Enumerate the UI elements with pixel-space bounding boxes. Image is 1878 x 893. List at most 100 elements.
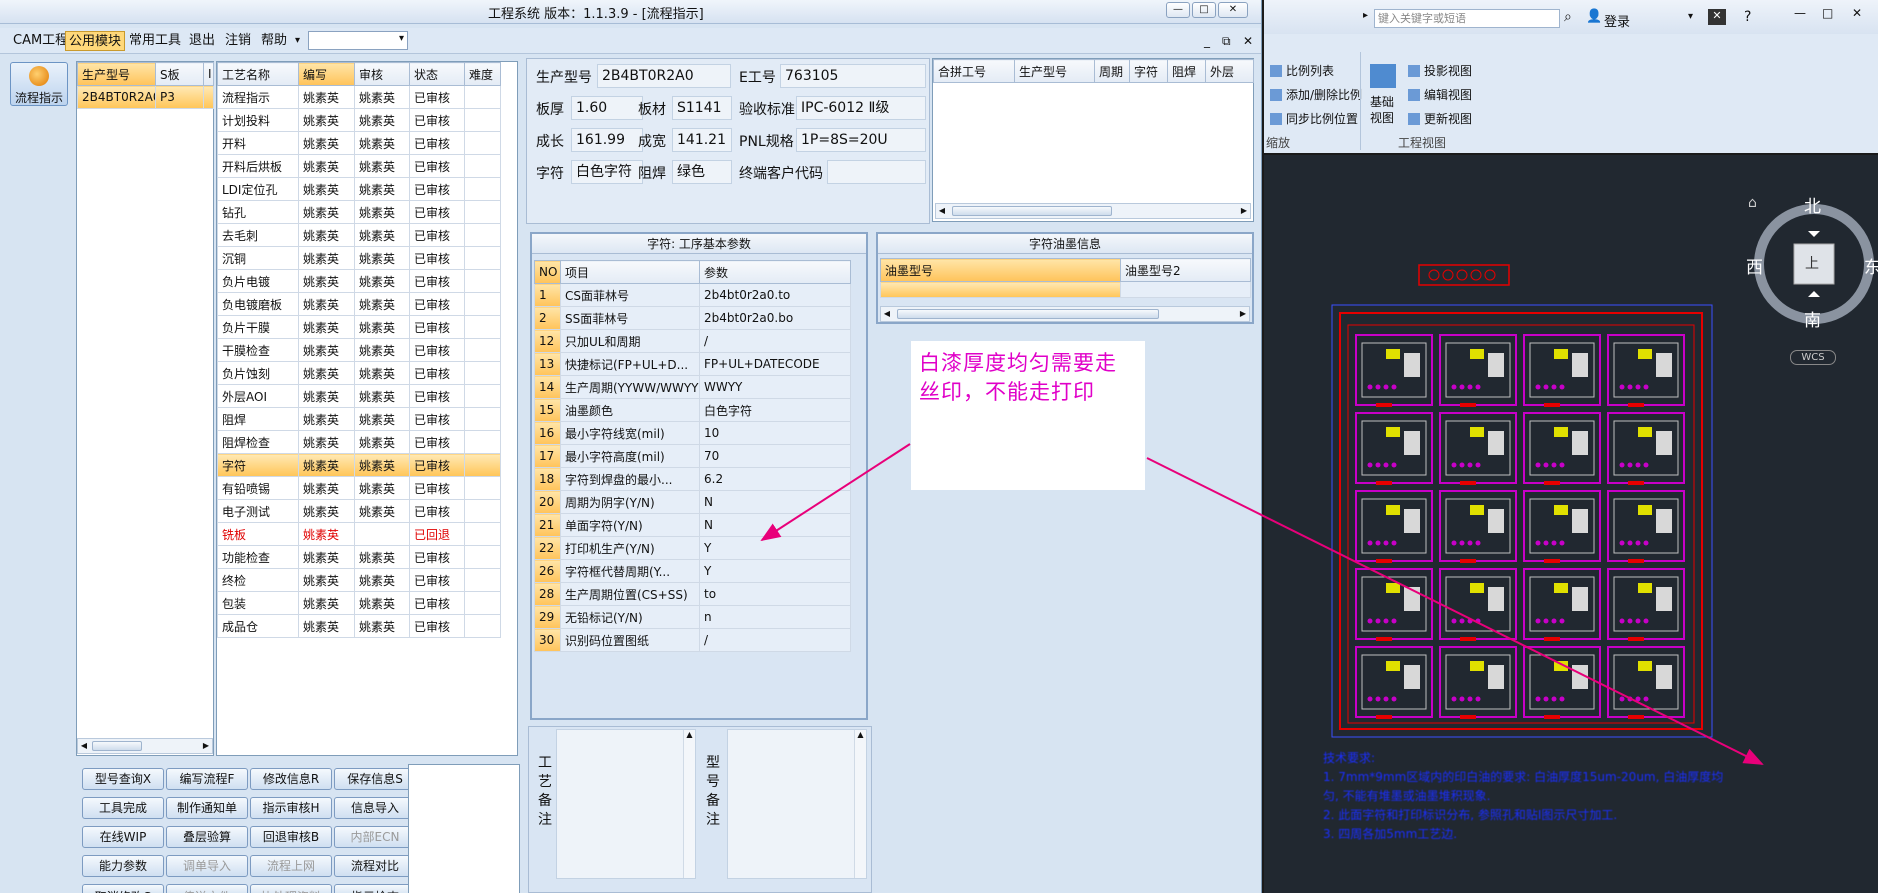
customer-value[interactable] bbox=[827, 160, 926, 184]
column-header[interactable]: 油墨型号 bbox=[880, 258, 1121, 282]
cad-minimize-button[interactable]: — bbox=[1794, 6, 1806, 20]
model-remark-field[interactable]: ▲ bbox=[727, 729, 867, 879]
table-row[interactable]: 包装 姚素英 姚素英 已审核 bbox=[217, 591, 501, 615]
table-row[interactable]: 铣板 姚素英 已回退 bbox=[217, 522, 501, 546]
column-header[interactable]: 参数 bbox=[699, 260, 851, 284]
scroll-thumb[interactable] bbox=[952, 206, 1112, 216]
table-row[interactable]: 负片电镀 姚素英 姚素英 已审核 bbox=[217, 269, 501, 293]
merge-scrollbar[interactable]: ◀ ▶ bbox=[935, 203, 1251, 219]
column-header[interactable]: 周期 bbox=[1094, 59, 1130, 83]
length-value[interactable]: 161.99 bbox=[571, 128, 643, 152]
login-dropdown-icon[interactable]: ▾ bbox=[1688, 11, 1693, 22]
standard-value[interactable]: IPC-6012 Ⅱ级 bbox=[796, 96, 926, 120]
view-cube-top[interactable]: 上 bbox=[1805, 253, 1819, 273]
column-header[interactable]: 生产型号 bbox=[77, 62, 156, 86]
table-row[interactable]: 负片干膜 姚素英 姚素英 已审核 bbox=[217, 315, 501, 339]
process-remark-field[interactable]: ▲ bbox=[556, 729, 696, 879]
column-header[interactable]: 合拼工号 bbox=[933, 59, 1015, 83]
table-row[interactable]: LDI定位孔 姚素英 姚素英 已审核 bbox=[217, 177, 501, 201]
table-row[interactable]: 成品仓 姚素英 姚素英 已审核 bbox=[217, 614, 501, 638]
scroll-left-icon[interactable]: ◀ bbox=[936, 204, 948, 218]
mdi-restore-button[interactable]: ⧉ bbox=[1222, 34, 1231, 49]
action-button[interactable]: 传送文件 bbox=[166, 884, 248, 893]
table-row[interactable]: 2 SS面菲林号 2b4bt0r2a0.bo bbox=[534, 306, 851, 330]
table-row[interactable]: 30 识别码位置图纸 / bbox=[534, 628, 851, 652]
cad-close-button[interactable]: ✕ bbox=[1852, 6, 1862, 20]
action-button[interactable]: 制作通知单 bbox=[166, 797, 248, 819]
action-button[interactable]: 型号查询X bbox=[82, 768, 164, 790]
width-value[interactable]: 141.21 bbox=[672, 128, 732, 152]
menu-exit[interactable]: 退出 bbox=[186, 31, 218, 51]
column-header[interactable]: 字符 bbox=[1129, 59, 1168, 83]
table-row[interactable]: 16 最小字符线宽(mil) 10 bbox=[534, 421, 851, 445]
scroll-right-icon[interactable]: ▶ bbox=[1237, 307, 1249, 321]
action-button[interactable]: 叠层验算 bbox=[166, 826, 248, 848]
action-button[interactable]: 流程对比 bbox=[334, 855, 416, 877]
scroll-left-icon[interactable]: ◀ bbox=[78, 739, 90, 753]
table-row[interactable]: 26 字符框代替周期(Y... Y bbox=[534, 559, 851, 583]
scroll-left-icon[interactable]: ◀ bbox=[881, 307, 893, 321]
scroll-thumb[interactable] bbox=[92, 741, 142, 751]
cad-maximize-button[interactable]: □ bbox=[1822, 6, 1833, 20]
action-button[interactable]: 指示检查 bbox=[334, 884, 416, 893]
ribbon-sync-scale[interactable]: 同步比例位置 bbox=[1270, 110, 1358, 127]
table-row[interactable]: 流程指示 姚素英 姚素英 已审核 bbox=[217, 85, 501, 109]
column-header[interactable]: 生产型号 bbox=[1014, 59, 1095, 83]
ribbon-edit-view[interactable]: 编辑视图 bbox=[1408, 86, 1472, 103]
column-header[interactable]: 编写 bbox=[298, 62, 355, 86]
model-value[interactable]: 2B4BT0R2A0 bbox=[597, 64, 731, 88]
table-row[interactable]: 外层AOI 姚素英 姚素英 已审核 bbox=[217, 384, 501, 408]
ink-scrollbar[interactable]: ◀ ▶ bbox=[880, 306, 1250, 322]
note-box[interactable] bbox=[408, 764, 520, 893]
ribbon-base-view[interactable]: 基础视图 bbox=[1370, 94, 1398, 126]
column-header[interactable]: 工艺名称 bbox=[217, 62, 299, 86]
table-row[interactable]: 开料后烘板 姚素英 姚素英 已审核 bbox=[217, 154, 501, 178]
column-header[interactable]: I bbox=[203, 62, 214, 86]
scrollbar[interactable]: ▲ bbox=[854, 730, 866, 878]
table-row[interactable]: 干膜检查 姚素英 姚素英 已审核 bbox=[217, 338, 501, 362]
column-header[interactable]: 状态 bbox=[409, 62, 465, 86]
pnl-value[interactable]: 1P=8S=20U bbox=[796, 128, 926, 152]
maximize-button[interactable]: □ bbox=[1192, 2, 1216, 18]
column-header[interactable]: 项目 bbox=[560, 260, 700, 284]
home-icon[interactable]: ⌂ bbox=[1748, 195, 1757, 211]
menu-public[interactable]: 公用模块 bbox=[65, 31, 126, 51]
menu-tools[interactable]: 常用工具 bbox=[126, 31, 184, 51]
table-row[interactable]: 18 字符到焊盘的最小... 6.2 bbox=[534, 467, 851, 491]
table-row[interactable]: 17 最小字符高度(mil) 70 bbox=[534, 444, 851, 468]
action-button[interactable]: 调单导入 bbox=[166, 855, 248, 877]
table-row[interactable]: 字符 姚素英 姚素英 已审核 bbox=[217, 453, 501, 477]
model-list-scrollbar[interactable]: ◀ ▶ bbox=[77, 738, 213, 754]
scroll-right-icon[interactable]: ▶ bbox=[200, 739, 212, 753]
action-button[interactable]: 内部ECN bbox=[334, 826, 416, 848]
column-header[interactable]: S板 bbox=[155, 62, 204, 86]
table-row[interactable]: 功能检查 姚素英 姚素英 已审核 bbox=[217, 545, 501, 569]
table-row[interactable]: 去毛刺 姚素英 姚素英 已审核 bbox=[217, 223, 501, 247]
wcs-menu[interactable]: WCS bbox=[1790, 350, 1836, 365]
action-button[interactable]: 在线WIP bbox=[82, 826, 164, 848]
table-row[interactable]: 20 周期为阴字(Y/N) N bbox=[534, 490, 851, 514]
action-button[interactable]: 编写流程F bbox=[166, 768, 248, 790]
column-header[interactable]: 审核 bbox=[354, 62, 410, 86]
eno-value[interactable]: 763105 bbox=[780, 64, 926, 88]
scroll-right-icon[interactable]: ▶ bbox=[1238, 204, 1250, 218]
table-row[interactable]: 28 生产周期位置(CS+SS) to bbox=[534, 582, 851, 606]
table-row[interactable]: 电子测试 姚素英 姚素英 已审核 bbox=[217, 499, 501, 523]
compass-west[interactable]: 西 bbox=[1746, 253, 1763, 278]
search-input[interactable]: 键入关键字或短语 bbox=[1374, 9, 1560, 28]
minimize-button[interactable]: — bbox=[1166, 2, 1190, 18]
table-row[interactable]: 负片蚀刻 姚素英 姚素英 已审核 bbox=[217, 361, 501, 385]
menu-logout[interactable]: 注销 bbox=[222, 31, 254, 51]
table-row[interactable]: 1 CS面菲林号 2b4bt0r2a0.to bbox=[534, 283, 851, 307]
menu-help[interactable]: 帮助 bbox=[258, 31, 290, 51]
table-row[interactable] bbox=[880, 281, 1251, 298]
login-link[interactable]: 登录 bbox=[1604, 11, 1630, 30]
char-value[interactable]: 白色字符 bbox=[571, 160, 643, 184]
action-button[interactable]: 信息导入 bbox=[334, 797, 416, 819]
view-cube[interactable]: 北 南 西 东 上 bbox=[1746, 197, 1878, 334]
table-row[interactable]: 有铅喷锡 姚素英 姚素英 已审核 bbox=[217, 476, 501, 500]
action-button[interactable]: 协处理资料 bbox=[250, 884, 332, 893]
compass-east[interactable]: 东 bbox=[1864, 253, 1878, 278]
help-icon[interactable]: ? bbox=[1744, 9, 1751, 25]
table-row[interactable]: 22 打印机生产(Y/N) Y bbox=[534, 536, 851, 560]
